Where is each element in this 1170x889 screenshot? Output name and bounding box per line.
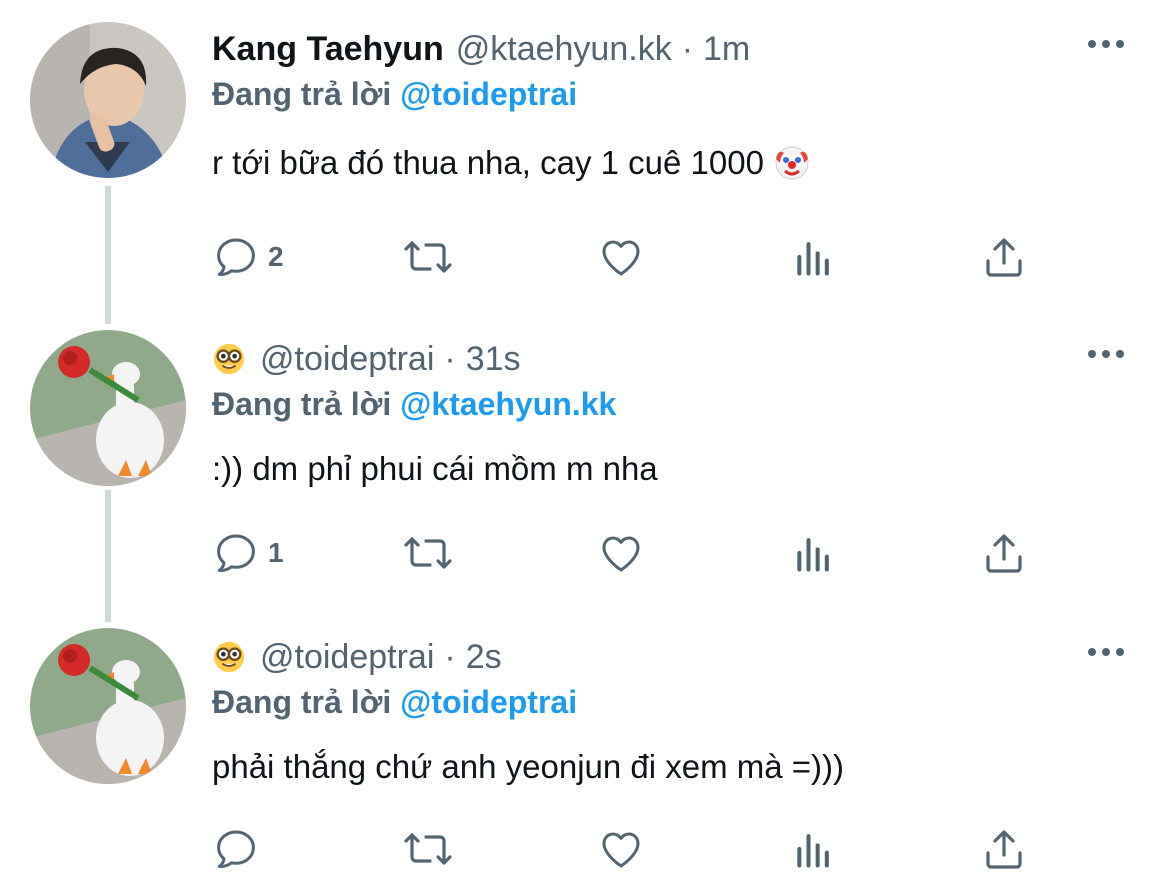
tweet[interactable]: @toideptrai · 2s Đang trả lời @toideptra… bbox=[0, 608, 1170, 889]
reply-button[interactable] bbox=[212, 824, 268, 874]
separator-dot: · bbox=[681, 29, 694, 68]
share-icon bbox=[986, 830, 1022, 869]
tweet-header: @toideptrai · 2s bbox=[212, 636, 502, 678]
reply-button[interactable]: 1 bbox=[212, 528, 284, 578]
views-button[interactable] bbox=[792, 528, 836, 578]
tweet-text: :)) dm phỉ phui cái mồm m nha bbox=[212, 450, 658, 488]
reply-count: 1 bbox=[268, 537, 284, 568]
more-options-icon[interactable] bbox=[1088, 648, 1124, 656]
tweet-text-content: phải thắng chứ anh yeonjun đi xem mà =))… bbox=[212, 748, 845, 785]
clown-face-icon bbox=[775, 146, 809, 180]
replying-to-label: Đang trả lời bbox=[212, 684, 392, 720]
views-button[interactable] bbox=[792, 232, 836, 282]
avatar[interactable] bbox=[30, 22, 186, 178]
display-name[interactable]: Kang Taehyun bbox=[212, 30, 444, 69]
mention-link[interactable]: @ktaehyun.kk bbox=[400, 386, 616, 422]
retweet-icon bbox=[404, 833, 452, 865]
share-button[interactable] bbox=[980, 824, 1028, 874]
share-button[interactable] bbox=[980, 528, 1028, 578]
views-icon bbox=[797, 834, 829, 868]
like-icon bbox=[602, 240, 640, 276]
reply-thread: Kang Taehyun @ktaehyun.kk · 1m Đang trả … bbox=[0, 0, 1170, 889]
more-options-icon[interactable] bbox=[1088, 40, 1124, 48]
like-button[interactable] bbox=[596, 528, 646, 578]
retweet-button[interactable] bbox=[400, 824, 456, 874]
user-handle[interactable]: @toideptrai bbox=[260, 638, 434, 677]
tweet[interactable]: @toideptrai · 31s Đang trả lời @ktaehyun… bbox=[0, 310, 1170, 610]
tweet-text-content: :)) dm phỉ phui cái mồm m nha bbox=[212, 450, 658, 487]
reply-icon bbox=[217, 534, 255, 572]
views-button[interactable] bbox=[792, 824, 836, 874]
tweet-header: @toideptrai · 31s bbox=[212, 338, 521, 380]
retweet-icon bbox=[404, 241, 452, 273]
like-button[interactable] bbox=[596, 824, 646, 874]
retweet-button[interactable] bbox=[400, 528, 456, 578]
views-icon bbox=[797, 538, 829, 572]
mention-link[interactable]: @toideptrai bbox=[400, 684, 577, 720]
share-button[interactable] bbox=[980, 232, 1028, 282]
tweet-actions bbox=[212, 824, 1042, 874]
reply-button[interactable]: 2 bbox=[212, 232, 284, 282]
timestamp[interactable]: 2s bbox=[466, 638, 502, 677]
separator-dot: · bbox=[444, 637, 456, 676]
like-button[interactable] bbox=[596, 232, 646, 282]
tweet-text: r tới bữa đó thua nha, cay 1 cuê 1000 bbox=[212, 144, 810, 182]
replying-to-label: Đang trả lời bbox=[212, 386, 392, 422]
replying-to-line: Đang trả lời @ktaehyun.kk bbox=[212, 386, 616, 423]
avatar[interactable] bbox=[30, 628, 186, 784]
user-handle[interactable]: @toideptrai bbox=[260, 340, 434, 379]
like-icon bbox=[602, 832, 640, 868]
share-icon bbox=[986, 534, 1022, 573]
like-icon bbox=[602, 536, 640, 572]
tweet-header: Kang Taehyun @ktaehyun.kk · 1m bbox=[212, 28, 750, 70]
retweet-icon bbox=[404, 537, 452, 569]
tweet-text: phải thắng chứ anh yeonjun đi xem mà =))… bbox=[212, 748, 844, 786]
views-icon bbox=[797, 242, 829, 276]
avatar[interactable] bbox=[30, 330, 186, 486]
nerd-face-icon bbox=[212, 342, 246, 376]
user-handle[interactable]: @ktaehyun.kk bbox=[456, 30, 672, 69]
more-options-icon[interactable] bbox=[1088, 350, 1124, 358]
nerd-face-icon bbox=[212, 640, 246, 674]
reply-count: 2 bbox=[268, 241, 284, 272]
goose-with-rose bbox=[30, 628, 186, 784]
replying-to-label: Đang trả lời bbox=[212, 76, 392, 112]
retweet-button[interactable] bbox=[400, 232, 456, 282]
mention-link[interactable]: @toideptrai bbox=[400, 76, 577, 112]
tweet-actions: 1 bbox=[212, 528, 1042, 578]
replying-to-line: Đang trả lời @toideptrai bbox=[212, 684, 577, 721]
separator-dot: · bbox=[444, 339, 456, 378]
timestamp[interactable]: 1m bbox=[703, 30, 750, 69]
person-photo bbox=[30, 22, 186, 178]
reply-icon bbox=[217, 238, 255, 276]
share-icon bbox=[986, 238, 1022, 277]
replying-to-line: Đang trả lời @toideptrai bbox=[212, 76, 577, 113]
goose-with-rose bbox=[30, 330, 186, 486]
reply-icon bbox=[217, 830, 255, 868]
tweet-text-content: r tới bữa đó thua nha, cay 1 cuê 1000 bbox=[212, 144, 764, 181]
tweet[interactable]: Kang Taehyun @ktaehyun.kk · 1m Đang trả … bbox=[0, 0, 1170, 310]
tweet-actions: 2 bbox=[212, 232, 1042, 282]
timestamp[interactable]: 31s bbox=[466, 340, 521, 379]
